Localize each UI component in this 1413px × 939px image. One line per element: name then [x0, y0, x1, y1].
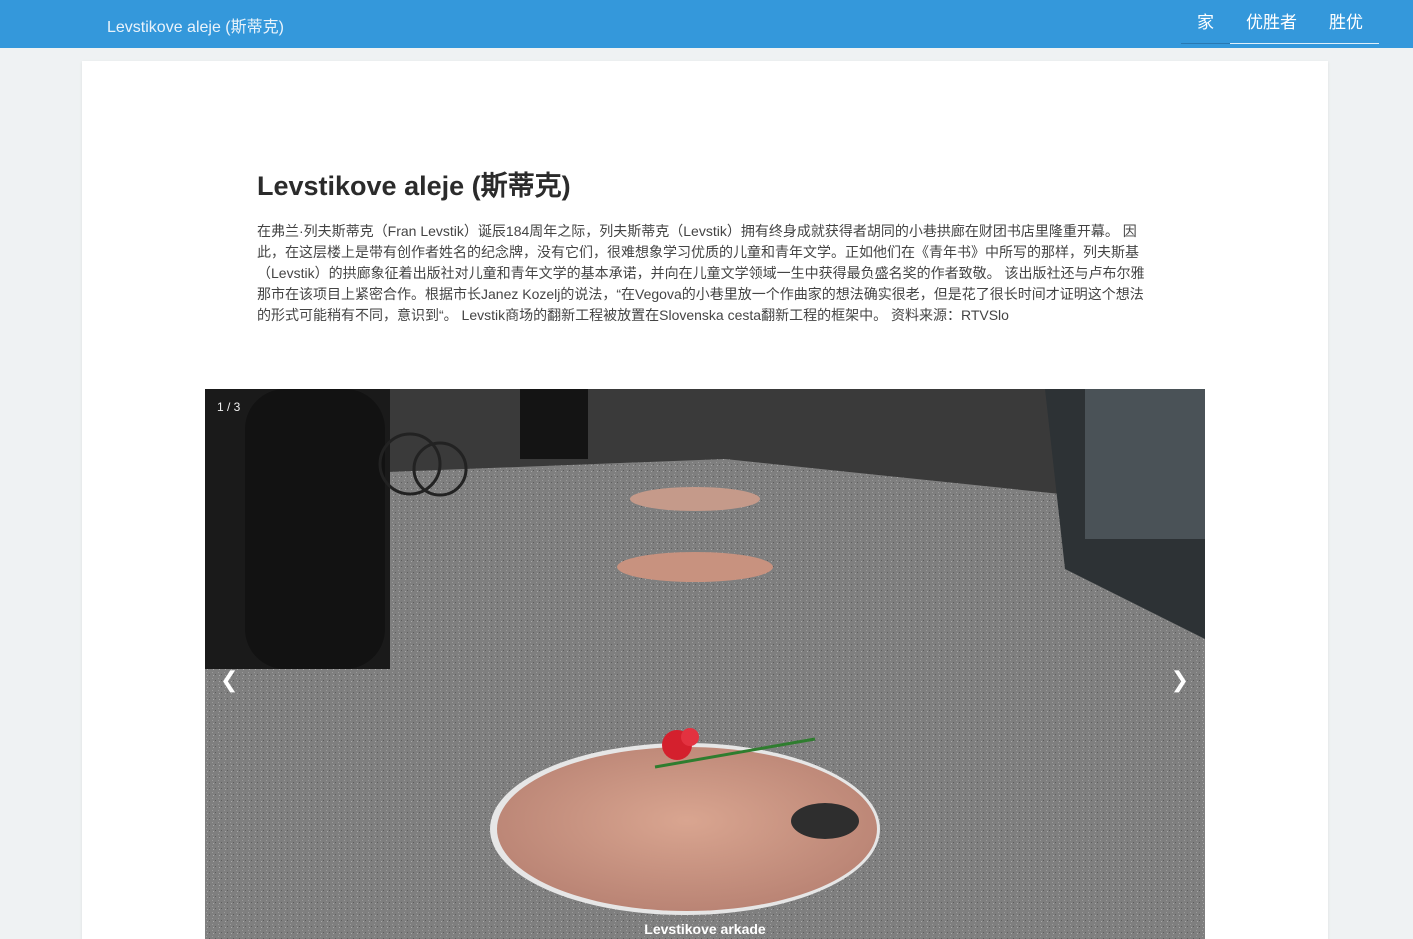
content-card: Levstikove aleje (斯蒂克) 在弗兰·列夫斯蒂克（Fran Le…: [82, 61, 1328, 939]
slide-photo: [205, 389, 1205, 939]
nav-item-home[interactable]: 家: [1181, 0, 1230, 44]
article-description: 在弗兰·列夫斯蒂克（Fran Levstik）诞辰184周年之际，列夫斯蒂克（L…: [257, 223, 1145, 323]
image-slider: 1 / 3 ❮ ❯ Levstikove arkade: [205, 389, 1205, 939]
nav-item-winners-alt[interactable]: 胜优: [1313, 0, 1379, 44]
slide-counter: 1 / 3: [217, 400, 241, 414]
slide-caption: Levstikove arkade: [644, 921, 766, 937]
nav-item-winners[interactable]: 优胜者: [1230, 0, 1313, 44]
brand-link[interactable]: Levstikove aleje (斯蒂克): [107, 13, 284, 37]
top-navbar: Levstikove aleje (斯蒂克) 家 优胜者 胜优: [0, 0, 1413, 48]
next-slide-icon[interactable]: ❯: [1171, 667, 1189, 693]
main-nav: 家 优胜者 胜优: [1181, 0, 1379, 48]
previous-slide-icon[interactable]: ❮: [220, 667, 238, 693]
page-title: Levstikove aleje (斯蒂克): [257, 171, 571, 201]
